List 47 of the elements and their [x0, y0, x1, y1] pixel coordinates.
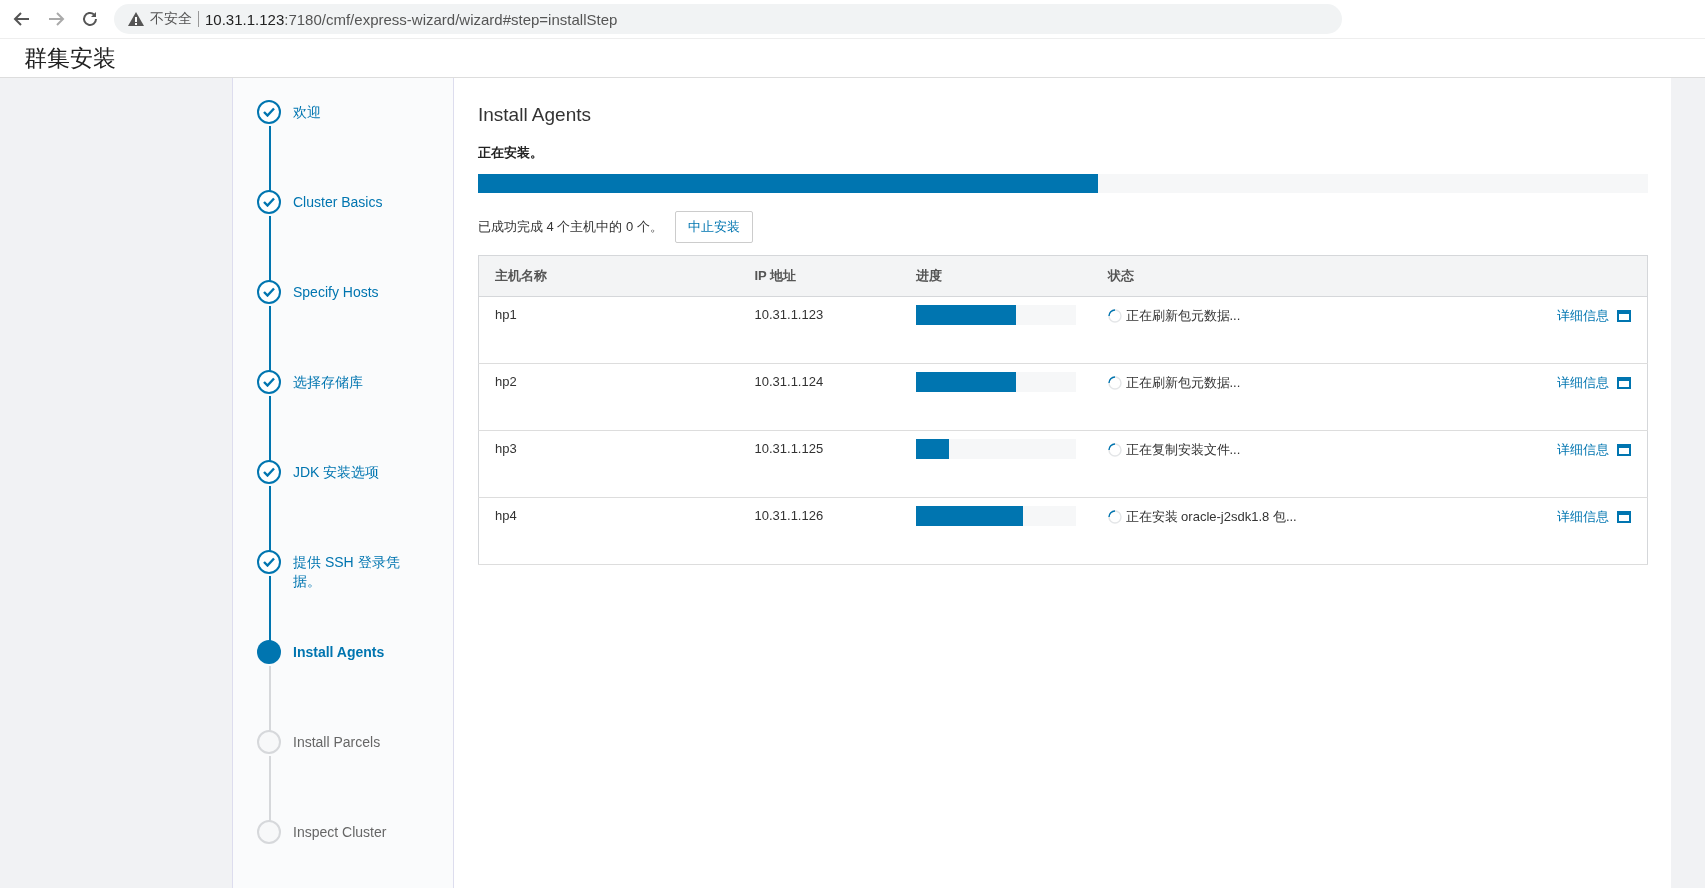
status-cell: 正在复制安装文件...: [1125, 441, 1241, 459]
abort-button[interactable]: 中止安装: [674, 211, 753, 243]
reload-icon[interactable]: [80, 9, 100, 29]
host-cell: hp1: [478, 296, 739, 364]
ip-cell: 10.31.1.123: [738, 296, 900, 364]
security-label: 不安全: [150, 10, 192, 28]
step-label[interactable]: Inspect Cluster: [293, 820, 413, 888]
window-icon[interactable]: [1617, 310, 1631, 322]
warning-icon: [128, 12, 144, 26]
status-cell: 正在刷新包元数据...: [1125, 374, 1241, 392]
host-cell: hp2: [478, 363, 739, 431]
spinner-icon: [1107, 376, 1122, 390]
step-label[interactable]: Specify Hosts: [293, 280, 413, 370]
step-label[interactable]: 提供 SSH 登录凭据。: [293, 550, 413, 640]
column-header: 状态: [1091, 255, 1528, 297]
column-header: IP 地址: [738, 255, 900, 297]
host-cell: hp3: [478, 430, 739, 498]
details-link[interactable]: 详细信息: [1557, 441, 1609, 459]
step-label[interactable]: Install Agents: [293, 640, 413, 730]
summary-text: 已成功完成 4 个主机中的 0 个。: [478, 218, 663, 236]
ip-cell: 10.31.1.124: [738, 363, 900, 431]
step-label[interactable]: 欢迎: [293, 100, 413, 190]
details-link[interactable]: 详细信息: [1557, 508, 1609, 526]
spinner-icon: [1107, 309, 1122, 323]
url-text: 10.31.1.123:7180/cmf/express-wizard/wizard#step=installStep: [205, 10, 618, 28]
address-bar[interactable]: 不安全 10.31.1.123:7180/cmf/express-wizard/wizard#step=installStep: [114, 4, 1342, 34]
status-cell: 正在刷新包元数据...: [1125, 307, 1241, 325]
details-link[interactable]: 详细信息: [1557, 307, 1609, 325]
step-label[interactable]: JDK 安装选项: [293, 460, 413, 550]
status-cell: 正在安装 oracle-j2sdk1.8 包...: [1125, 508, 1297, 526]
window-icon[interactable]: [1617, 511, 1631, 523]
ip-cell: 10.31.1.125: [738, 430, 900, 498]
details-link[interactable]: 详细信息: [1557, 374, 1609, 392]
step-label[interactable]: Cluster Basics: [293, 190, 413, 280]
host-cell: hp4: [478, 497, 739, 565]
spinner-icon: [1107, 510, 1122, 524]
status-text: 正在安装。: [478, 144, 544, 162]
window-icon[interactable]: [1617, 444, 1631, 456]
step-label[interactable]: Install Parcels: [293, 730, 413, 820]
section-title: Install Agents: [478, 104, 593, 126]
ip-cell: 10.31.1.126: [738, 497, 900, 565]
window-icon[interactable]: [1617, 377, 1631, 389]
column-header: 主机名称: [478, 255, 739, 297]
column-header: 进度: [899, 255, 1092, 297]
spinner-icon: [1107, 443, 1122, 457]
page-title: 群集安装: [24, 43, 116, 73]
step-label[interactable]: 选择存储库: [293, 370, 413, 460]
